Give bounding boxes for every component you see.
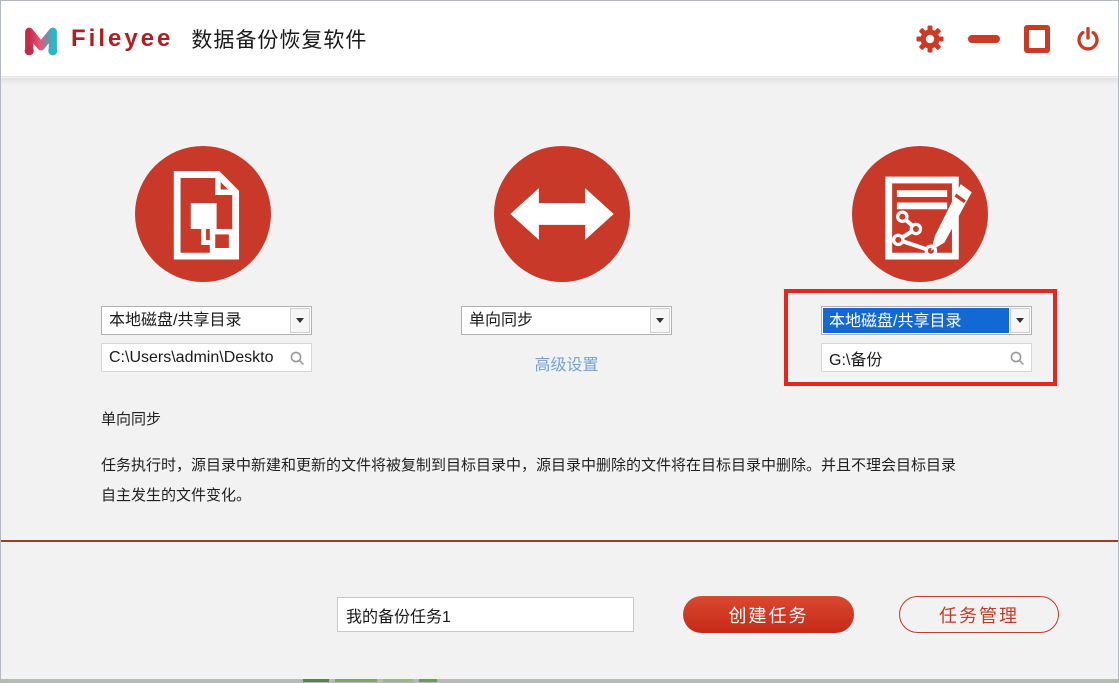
maximize-icon[interactable] [1024, 25, 1050, 53]
task-name-input[interactable] [338, 598, 633, 631]
description-line-1: 任务执行时，源目录中新建和更新的文件将被复制到目标目录中，源目录中删除的文件将在… [101, 451, 1041, 481]
app-logo-text: Fileyee [71, 25, 173, 53]
description-line-2: 自主发生的文件变化。 [101, 481, 1041, 511]
target-path-input[interactable] [822, 344, 1031, 371]
source-type-value: 本地磁盘/共享目录 [109, 307, 241, 334]
chevron-down-icon[interactable] [290, 308, 310, 333]
window-controls [916, 1, 1102, 77]
source-path-input[interactable] [102, 344, 311, 371]
selection-highlight: 本地磁盘/共享目录 [823, 308, 1009, 333]
advanced-settings-link[interactable]: 高级设置 [461, 351, 672, 375]
target-path-field [821, 343, 1032, 372]
app-window: Fileyee 数据备份恢复软件 [0, 0, 1119, 683]
search-icon[interactable] [290, 351, 305, 366]
target-type-value: 本地磁盘/共享目录 [829, 308, 961, 335]
fileyee-logo-icon [21, 19, 61, 59]
header-shadow [1, 78, 1118, 85]
chevron-down-icon[interactable] [1010, 308, 1030, 333]
sync-direction-icon [494, 146, 630, 282]
source-file-icon [135, 146, 271, 282]
footer-divider [1, 540, 1118, 542]
source-path-field [101, 343, 312, 372]
sync-mode-description-text: 任务执行时，源目录中新建和更新的文件将被复制到目标目录中，源目录中删除的文件将在… [101, 451, 1041, 511]
sync-mode-dropdown[interactable]: 单向同步 [461, 306, 672, 335]
task-management-button[interactable]: 任务管理 [899, 596, 1059, 633]
minimize-icon[interactable] [968, 35, 1000, 43]
chevron-down-icon[interactable] [650, 308, 670, 333]
title-bar: Fileyee 数据备份恢复软件 [1, 1, 1118, 77]
source-type-dropdown[interactable]: 本地磁盘/共享目录 [101, 306, 312, 335]
sync-mode-description-title: 单向同步 [101, 408, 161, 429]
sync-mode-value: 单向同步 [469, 307, 533, 334]
target-edit-icon [852, 146, 988, 282]
power-close-icon[interactable] [1074, 25, 1102, 53]
target-type-dropdown[interactable]: 本地磁盘/共享目录 [821, 306, 1032, 335]
task-name-field [337, 597, 634, 632]
settings-gear-icon[interactable] [916, 25, 944, 53]
create-task-button[interactable]: 创建任务 [683, 596, 854, 633]
search-icon[interactable] [1010, 351, 1025, 366]
app-title: 数据备份恢复软件 [191, 24, 367, 54]
desktop-sliver [1, 679, 1118, 682]
